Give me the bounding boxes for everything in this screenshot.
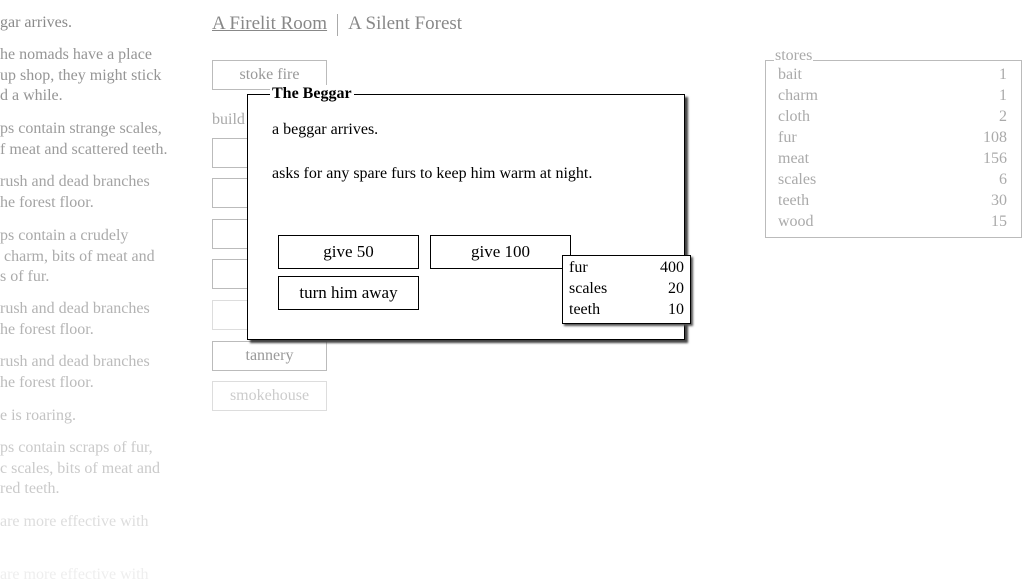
store-value: 6 xyxy=(999,171,1007,188)
store-row: teeth 30 xyxy=(778,192,1007,213)
cost-row: scales 20 xyxy=(569,280,684,300)
store-name: cloth xyxy=(778,108,810,125)
log-entry: gar arrives. xyxy=(0,14,72,31)
build-tannery-button[interactable]: tannery xyxy=(212,341,327,371)
event-text: asks for any spare furs to keep him warm… xyxy=(272,165,593,182)
store-name: wood xyxy=(778,213,814,230)
give-100-button[interactable]: give 100 xyxy=(430,235,571,269)
log-entry: ps contain scraps of fur, c scales, bits… xyxy=(0,439,160,497)
cost-row: teeth 10 xyxy=(569,301,684,321)
store-value: 1 xyxy=(999,87,1007,104)
event-title: The Beggar xyxy=(270,85,354,103)
store-value: 156 xyxy=(983,150,1007,167)
store-row: wood 15 xyxy=(778,213,1007,234)
log-entry: ps contain strange scales, f meat and sc… xyxy=(0,120,168,158)
cost-name: teeth xyxy=(569,301,601,318)
cost-tooltip: fur 400 scales 20 teeth 10 xyxy=(562,255,691,324)
store-value: 15 xyxy=(991,213,1007,230)
log-entry: rush and dead branches he forest floor. xyxy=(0,353,150,391)
cost-name: scales xyxy=(569,280,608,297)
stores-legend: stores xyxy=(774,47,814,65)
store-value: 2 xyxy=(999,108,1007,125)
cost-value: 10 xyxy=(668,301,684,318)
cost-row: fur 400 xyxy=(569,259,684,279)
log-entry: are more effective with xyxy=(0,566,149,583)
store-name: bait xyxy=(778,66,802,83)
store-value: 108 xyxy=(983,129,1007,146)
store-name: scales xyxy=(778,171,817,188)
store-value: 1 xyxy=(999,66,1007,83)
tab-divider xyxy=(337,13,339,36)
stores-panel: stores bait 1 charm 1 cloth 2 fur 108 meat 15… xyxy=(765,47,1022,238)
log-entry: e is roaring. xyxy=(0,407,76,424)
log-entry: are more effective with xyxy=(0,513,149,530)
store-row: bait 1 xyxy=(778,66,1007,87)
tab-silent-forest[interactable]: A Silent Forest xyxy=(348,13,462,35)
store-name: meat xyxy=(778,150,810,167)
cost-name: fur xyxy=(569,259,588,276)
store-row: charm 1 xyxy=(778,87,1007,108)
store-row: fur 108 xyxy=(778,129,1007,150)
log-entry: rush and dead branches he forest floor. xyxy=(0,173,150,211)
store-name: fur xyxy=(778,129,797,146)
store-name: teeth xyxy=(778,192,810,209)
event-text: a beggar arrives. xyxy=(272,121,379,138)
turn-away-button[interactable]: turn him away xyxy=(278,276,419,310)
store-value: 30 xyxy=(991,192,1007,209)
cost-value: 400 xyxy=(660,259,684,276)
log-entry: rush and dead branches he forest floor. xyxy=(0,300,150,338)
store-row: meat 156 xyxy=(778,150,1007,171)
tab-firelit-room[interactable]: A Firelit Room xyxy=(212,13,327,35)
store-name: charm xyxy=(778,87,818,104)
log-entry: ps contain a crudely charm, bits of meat… xyxy=(0,227,155,285)
location-tabs: A Firelit Room A Silent Forest xyxy=(212,13,462,36)
store-row: scales 6 xyxy=(778,171,1007,192)
build-smokehouse-button[interactable]: smokehouse xyxy=(212,381,327,411)
give-50-button[interactable]: give 50 xyxy=(278,235,419,269)
log-entry: he nomads have a place up shop, they mig… xyxy=(0,46,162,104)
build-label: build xyxy=(212,111,245,128)
store-row: cloth 2 xyxy=(778,108,1007,129)
cost-value: 20 xyxy=(668,280,684,297)
